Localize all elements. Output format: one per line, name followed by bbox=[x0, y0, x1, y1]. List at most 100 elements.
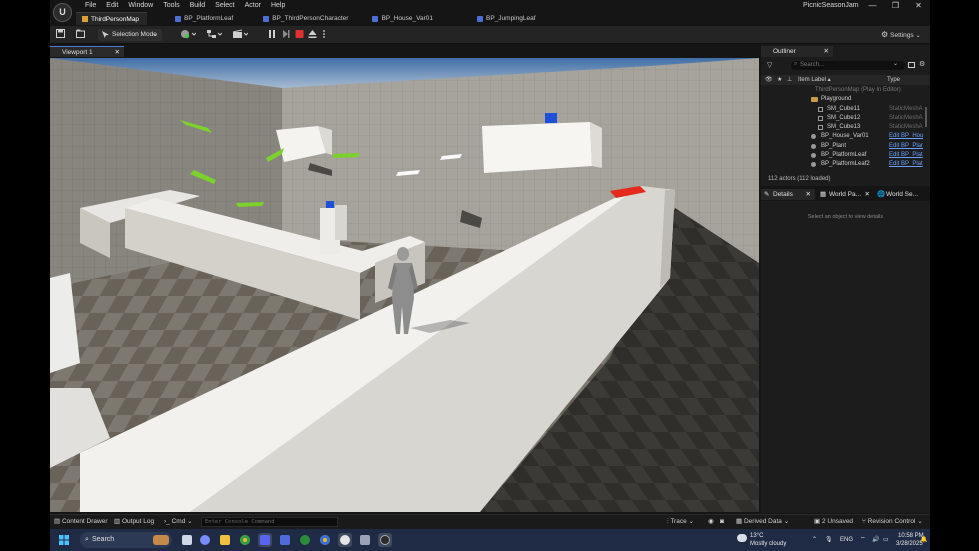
chrome-icon[interactable] bbox=[238, 533, 252, 547]
content-browser-icon[interactable] bbox=[76, 29, 88, 41]
screenshot-icon[interactable]: ◙ bbox=[720, 515, 724, 529]
task-view-icon[interactable] bbox=[180, 533, 194, 547]
edit-blueprint-link[interactable]: Edit BP_Plat bbox=[889, 160, 923, 169]
star-column-icon[interactable]: ★ bbox=[777, 75, 782, 85]
outliner-tab[interactable]: Outliner ✕ bbox=[761, 46, 833, 57]
list-item[interactable]: ThirdPersonMap (Play In Editor) bbox=[761, 86, 930, 95]
add-actor-icon[interactable] bbox=[180, 29, 198, 41]
tab-bp-house-var01[interactable]: BP_House_Var01 bbox=[366, 12, 441, 25]
list-item[interactable]: Playground bbox=[761, 95, 930, 104]
content-drawer-button[interactable]: ▤ Content Drawer bbox=[54, 515, 108, 529]
close-icon[interactable]: ✕ bbox=[806, 189, 811, 200]
outliner-search-input[interactable]: Search... bbox=[791, 61, 905, 70]
edit-blueprint-link[interactable]: Edit BP_Plat bbox=[889, 151, 923, 160]
settings-button[interactable]: ⚙ Settings ⌄ bbox=[881, 29, 926, 41]
file-explorer-icon[interactable] bbox=[218, 533, 232, 547]
wifi-icon[interactable]: ⌔ bbox=[860, 536, 866, 545]
unreal-logo-icon[interactable]: U bbox=[53, 3, 72, 22]
trace-dropdown[interactable]: ⫶ Trace ⌄ bbox=[667, 515, 694, 529]
output-log-button[interactable]: ▥ Output Log bbox=[114, 515, 154, 529]
menu-edit[interactable]: Edit bbox=[101, 1, 123, 11]
menu-file[interactable]: File bbox=[80, 1, 101, 11]
menu-window[interactable]: Window bbox=[123, 1, 158, 11]
menu-actor[interactable]: Actor bbox=[240, 1, 266, 11]
list-item[interactable]: BP_PlatformLeaf2 Edit BP_Plat bbox=[761, 160, 930, 169]
outliner-scrollbar[interactable] bbox=[925, 107, 927, 127]
taskbar-search-box[interactable]: ⌕ Search bbox=[80, 532, 172, 548]
windows-start-icon[interactable] bbox=[59, 535, 69, 545]
xbox-icon[interactable] bbox=[298, 533, 312, 547]
list-item[interactable]: BP_PlatformLeaf Edit BP_Plat bbox=[761, 151, 930, 160]
weather-desc[interactable]: Mostly cloudy bbox=[750, 540, 786, 549]
close-window-button[interactable]: ✕ bbox=[907, 0, 930, 11]
tab-details[interactable]: ✎ Details ✕ bbox=[761, 189, 815, 200]
list-item[interactable]: SM_Cube13 StaticMeshA bbox=[761, 123, 930, 132]
microphone-icon[interactable]: 🎙 bbox=[825, 536, 833, 545]
type-header[interactable]: Type bbox=[887, 75, 900, 85]
edit-blueprint-link[interactable]: Edit BP_Plan bbox=[889, 142, 923, 151]
copilot-icon[interactable] bbox=[198, 533, 212, 547]
filter-icon[interactable]: ▽ bbox=[767, 61, 772, 69]
item-label-header[interactable]: Item Label ▴ bbox=[798, 75, 831, 85]
list-item[interactable]: SM_Cube11 StaticMeshA bbox=[761, 105, 930, 114]
ms-store-icon[interactable] bbox=[278, 533, 292, 547]
show-hidden-icons[interactable]: ⌃ bbox=[812, 536, 817, 545]
menu-select[interactable]: Select bbox=[210, 1, 239, 11]
battery-icon[interactable]: ▭ bbox=[883, 536, 889, 545]
unsaved-label: 2 Unsaved bbox=[821, 518, 854, 525]
tab-world-partition[interactable]: ▦ World Pa... ✕ bbox=[817, 189, 873, 200]
app-icon[interactable] bbox=[358, 533, 372, 547]
weather-icon[interactable] bbox=[737, 534, 747, 542]
pin-column-icon[interactable]: ⊥ bbox=[787, 75, 792, 85]
gear-icon[interactable]: ⚙ bbox=[919, 60, 925, 68]
more-options-icon[interactable] bbox=[322, 29, 328, 41]
save-icon[interactable] bbox=[56, 29, 68, 41]
maximize-button[interactable]: ❐ bbox=[884, 0, 907, 11]
tab-bp-jumpingleaf[interactable]: BP_JumpingLeaf bbox=[471, 12, 544, 25]
close-icon[interactable]: ✕ bbox=[865, 189, 870, 200]
cinematics-icon[interactable] bbox=[232, 29, 250, 41]
viewport-tab[interactable]: Viewport 1 ✕ bbox=[50, 46, 124, 57]
list-item[interactable]: BP_House_Var01 Edit BP_Hou bbox=[761, 132, 930, 141]
close-icon[interactable]: ✕ bbox=[115, 47, 120, 58]
record-icon[interactable]: ◉ bbox=[708, 515, 714, 529]
world-settings-tab-label: World Se... bbox=[886, 191, 919, 198]
menu-build[interactable]: Build bbox=[185, 1, 211, 11]
chrome-profile-icon[interactable] bbox=[318, 533, 332, 547]
derived-data-button[interactable]: ▦ Derived Data ⌄ bbox=[736, 515, 789, 529]
menu-help[interactable]: Help bbox=[266, 1, 290, 11]
menu-tools[interactable]: Tools bbox=[158, 1, 184, 11]
unsaved-button[interactable]: ▣ 2 Unsaved bbox=[814, 515, 853, 529]
add-folder-icon[interactable] bbox=[908, 62, 915, 68]
stop-icon[interactable] bbox=[295, 29, 304, 41]
tab-bp-thirdpersoncharacter[interactable]: BP_ThirdPersonCharacter bbox=[257, 12, 356, 25]
revision-control-button[interactable]: ⑂ Revision Control ⌄ bbox=[862, 515, 923, 529]
tab-world-settings[interactable]: 🌐 World Se... bbox=[874, 189, 930, 200]
minimize-button[interactable]: — bbox=[861, 0, 884, 11]
step-icon[interactable] bbox=[282, 29, 290, 41]
volume-icon[interactable]: 🔊 bbox=[872, 536, 879, 545]
chevron-down-icon: ⌄ bbox=[915, 33, 921, 39]
obs-icon[interactable] bbox=[378, 533, 392, 547]
list-item[interactable]: BP_Plant Edit BP_Plan bbox=[761, 142, 930, 151]
tab-thirdpersonmap[interactable]: ThirdPersonMap bbox=[76, 12, 148, 25]
notifications-icon[interactable]: 🔔 bbox=[920, 536, 927, 545]
edit-blueprint-link[interactable]: Edit BP_Hou bbox=[889, 132, 923, 141]
chevron-down-icon[interactable]: ⌄ bbox=[893, 60, 898, 67]
eject-icon[interactable] bbox=[308, 29, 317, 41]
level-viewport[interactable] bbox=[50, 58, 759, 512]
list-item[interactable]: SM_Cube12 StaticMeshA bbox=[761, 114, 930, 123]
cmd-dropdown[interactable]: ›_ Cmd ⌄ bbox=[164, 515, 193, 529]
tab-label: BP_House_Var01 bbox=[381, 15, 433, 22]
close-icon[interactable]: ✕ bbox=[824, 46, 829, 57]
blueprint-menu-icon[interactable] bbox=[206, 29, 224, 41]
discord-icon[interactable] bbox=[258, 533, 272, 547]
clock-date[interactable]: 3/28/2025 bbox=[896, 540, 923, 549]
language-indicator[interactable]: ENG bbox=[840, 536, 853, 545]
tab-bp-platformleaf[interactable]: BP_PlatformLeaf bbox=[169, 12, 241, 25]
console-command-input[interactable]: Enter Console Command bbox=[201, 517, 338, 527]
selection-mode-dropdown[interactable]: Selection Mode ⌄ bbox=[98, 29, 162, 41]
visibility-column-icon[interactable]: 👁 bbox=[765, 75, 773, 85]
unreal-engine-icon[interactable] bbox=[338, 533, 352, 547]
pause-icon[interactable] bbox=[268, 29, 276, 41]
